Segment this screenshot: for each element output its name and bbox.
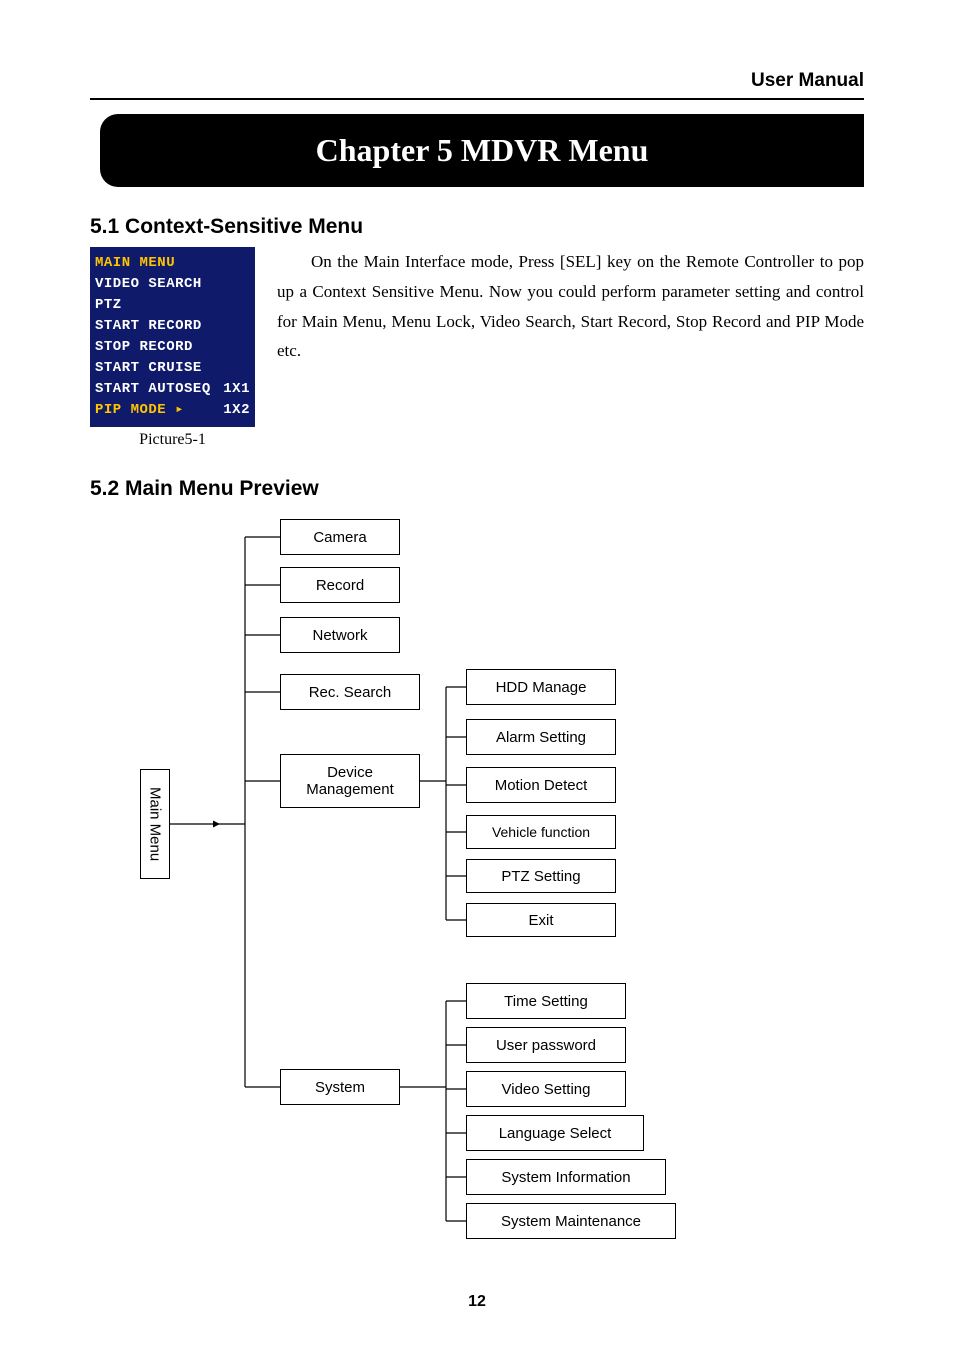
context-menu-item: MAIN MENU <box>95 253 250 274</box>
node-video-setting: Video Setting <box>466 1071 626 1107</box>
node-ptz-setting: PTZ Setting <box>466 859 616 893</box>
context-menu-screenshot: MAIN MENUVIDEO SEARCHPTZSTART RECORDSTOP… <box>90 247 255 427</box>
node-vehicle-function: Vehicle function <box>466 815 616 849</box>
section-5-2-heading: 5.2 Main Menu Preview <box>90 477 864 501</box>
node-motion-detect: Motion Detect <box>466 767 616 803</box>
node-hdd-manage: HDD Manage <box>466 669 616 705</box>
node-alarm-setting: Alarm Setting <box>466 719 616 755</box>
page-number: 12 <box>0 1293 954 1311</box>
node-system: System <box>280 1069 400 1105</box>
context-menu-item: PTZ <box>95 295 250 316</box>
node-exit: Exit <box>466 903 616 937</box>
node-system-maintenance: System Maintenance <box>466 1203 676 1239</box>
node-main-menu: Main Menu <box>140 769 170 879</box>
context-menu-item: START CRUISE <box>95 358 250 379</box>
node-device-management: Device Management <box>280 754 420 808</box>
node-time-setting: Time Setting <box>466 983 626 1019</box>
chapter-title-banner: Chapter 5 MDVR Menu <box>100 114 864 187</box>
context-menu-item: PIP MODE ▸1X2 <box>95 400 250 421</box>
context-menu-item: START AUTOSEQ1X1 <box>95 379 250 400</box>
menu-tree-diagram: Main Menu Camera Record Network Rec. Sea… <box>90 509 864 1239</box>
context-menu-item: START RECORD <box>95 316 250 337</box>
node-record: Record <box>280 567 400 603</box>
node-rec-search: Rec. Search <box>280 674 420 710</box>
node-camera: Camera <box>280 519 400 555</box>
node-language-select: Language Select <box>466 1115 644 1151</box>
node-user-password: User password <box>466 1027 626 1063</box>
figure-caption: Picture5-1 <box>90 431 255 449</box>
node-network: Network <box>280 617 400 653</box>
doc-header: User Manual <box>90 70 864 100</box>
section-5-1-heading: 5.1 Context-Sensitive Menu <box>90 215 864 239</box>
context-menu-item: VIDEO SEARCH <box>95 274 250 295</box>
node-system-information: System Information <box>466 1159 666 1195</box>
context-menu-item: STOP RECORD <box>95 337 250 358</box>
section-5-1-paragraph: On the Main Interface mode, Press [SEL] … <box>277 247 864 366</box>
